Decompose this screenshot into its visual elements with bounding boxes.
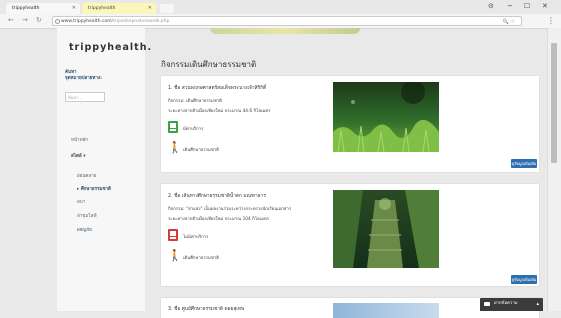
chat-label: ฝากข้อความ	[494, 301, 518, 306]
scrollbar-thumb[interactable]	[551, 43, 557, 163]
minimize-button[interactable]: −	[507, 2, 513, 10]
new-tab-button[interactable]	[160, 4, 174, 13]
zoom-bookmark-icons[interactable]: 🔍 ☆	[503, 17, 515, 27]
more-info-button[interactable]: ดูข้อมูลเพิ่มเติม	[511, 275, 537, 284]
reload-icon[interactable]: ↻	[36, 16, 42, 24]
card-distance: ระยะทางจากตัวเมืองเชียงใหม่ ประมาณ 104 ก…	[168, 217, 270, 222]
browser-tab-2[interactable]: trippyhealth ✕	[82, 3, 156, 14]
paid-fee-icon	[168, 121, 178, 133]
card-activity: กิจกรรม: "ล่าแสง" เป็นผลงานร่วมระหว่างกร…	[168, 207, 292, 212]
search-input[interactable]: ค้นหา...	[65, 92, 105, 102]
card-title: 3. ชื่อ ศูนย์ศึกษาธรรมชาติ ดอยสุเทพ	[168, 307, 245, 312]
chevron-up-icon: ▴	[536, 301, 539, 307]
url-field[interactable]: www.trippyhealth.com/tripsdeepnaturewalk…	[52, 16, 522, 26]
activity-card-1: 1. ชื่อ สวนพฤกษศาสตร์สมเด็จพระนางเจ้าสิร…	[161, 76, 539, 172]
card-fee: ไม่มีค่าบริการ	[183, 235, 209, 240]
card-distance: ระยะทางจากตัวเมืองเชียงใหม่ ประมาณ 44.6 …	[168, 109, 271, 114]
card-fee: มีค่าบริการ	[183, 127, 204, 132]
card-title: 1. ชื่อ สวนพฤกษศาสตร์สมเด็จพระนางเจ้าสิร…	[168, 86, 267, 91]
close-tab-icon[interactable]: ✕	[72, 3, 76, 14]
tab-label: trippyhealth	[12, 6, 40, 11]
card-activity: กิจกรรม: เดินศึกษาธรรมชาติ	[168, 99, 222, 104]
nav-sub-adventure[interactable]: ผจญภัย	[77, 226, 92, 233]
browser-tab-1[interactable]: trippyhealth ✕	[6, 3, 80, 14]
nav-style-dropdown[interactable]: สไตล์ ▾	[71, 152, 86, 159]
hiker-icon: 🚶	[168, 141, 182, 154]
page-scrollbar[interactable]	[547, 28, 561, 311]
sidebar: trippyhealth. ค้นหา จุดหมายปลายทาง: ค้นห…	[57, 28, 151, 311]
back-arrow-icon[interactable]: ←	[8, 16, 14, 24]
main-content: กิจกรรมเดินศึกษาธรรมชาติ 1. ชื่อ สวนพฤกษ…	[157, 28, 544, 318]
search-label-line2: จุดหมายปลายทาง:	[65, 76, 102, 81]
nav-sub-relax[interactable]: ผ่อนคลาย	[77, 172, 96, 179]
maximize-button[interactable]: ☐	[524, 2, 530, 10]
tab-label: trippyhealth	[88, 6, 116, 11]
close-tab-icon[interactable]: ✕	[148, 3, 152, 14]
nav-sub-nature-study[interactable]: ▸ ศึกษาธรรมชาติ	[77, 185, 111, 192]
url-domain: www.trippyhealth.com	[61, 19, 112, 24]
more-info-button[interactable]: ดูข้อมูลเพิ่มเติม	[511, 159, 537, 168]
hiker-icon: 🚶	[168, 249, 182, 262]
chat-icon	[484, 302, 490, 306]
address-bar-row: ← → ↻ www.trippyhealth.com/tripsdeepnatu…	[0, 14, 561, 29]
card-walk-label: เดินศึกษาธรรมชาติ	[183, 148, 219, 153]
nav-sub-item-4[interactable]: ล่าขุมไลฟ์	[77, 212, 97, 219]
nav-sub-spa[interactable]: สปา	[77, 198, 85, 205]
page-title: กิจกรรมเดินศึกษาธรรมชาติ	[161, 60, 257, 69]
activity-card-2: 2. ชื่อ เส้นทางศึกษาธรรมชาติน้ำตก มณฑาธา…	[161, 184, 539, 286]
forward-arrow-icon[interactable]: →	[22, 16, 28, 24]
info-icon	[55, 19, 60, 24]
account-icon[interactable]: ⊝	[488, 2, 494, 10]
close-window-button[interactable]: ✕	[542, 2, 548, 10]
nav-home[interactable]: หน้าหลัก	[71, 136, 88, 143]
card-photo-forest	[333, 82, 439, 152]
card-walk-label: เดินศึกษาธรรมชาติ	[183, 256, 219, 261]
card-title: 2. ชื่อ เส้นทางศึกษาธรรมชาติน้ำตก มณฑาธา…	[168, 194, 266, 199]
header-banner-image	[210, 28, 360, 34]
site-logo[interactable]: trippyhealth.	[69, 42, 152, 53]
search-label: ค้นหา จุดหมายปลายทาง:	[65, 70, 102, 82]
url-path: /tripsdeepnaturewalk.php	[111, 19, 170, 24]
free-fee-icon	[168, 229, 178, 241]
page-viewport: trippyhealth. ค้นหา จุดหมายปลายทาง: ค้นห…	[0, 28, 547, 318]
menu-icon[interactable]: ⋮	[547, 16, 555, 25]
card-photo-forest-path	[333, 190, 439, 268]
browser-tab-strip: trippyhealth ✕ trippyhealth ✕ ⊝ − ☐ ✕	[0, 0, 561, 14]
chat-widget-button[interactable]: ฝากข้อความ ▴	[480, 298, 543, 311]
